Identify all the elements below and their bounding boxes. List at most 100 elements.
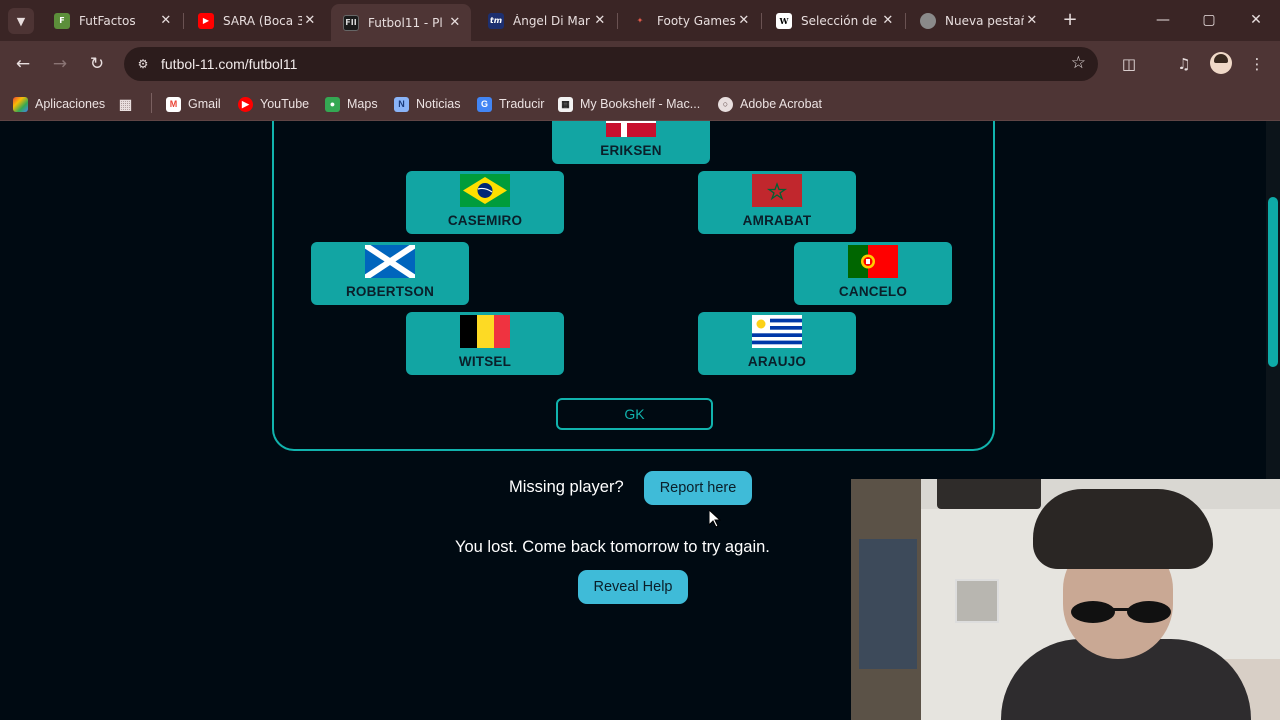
bookmark-youtube[interactable]: ▶ YouTube [238, 94, 309, 114]
maps-icon: ● [325, 96, 340, 112]
bookmark-label: Noticias [416, 97, 461, 111]
webcam-clothes [859, 539, 917, 669]
url-text[interactable]: futbol-11.com/futbol11 [161, 56, 297, 72]
tab-transfermarkt[interactable]: tm Ángel Di Mar ✕ [476, 6, 616, 35]
player-name: AMRABAT [742, 213, 812, 228]
avatar[interactable] [1210, 52, 1232, 74]
reveal-help-button[interactable]: Reveal Help [578, 570, 688, 604]
player-card-witsel[interactable]: WITSEL [406, 312, 564, 375]
acrobat-icon: ○ [718, 96, 733, 112]
bookmark-label: Adobe Acrobat [740, 97, 823, 111]
tab-title: SARA (Boca 3 [223, 13, 302, 28]
tab-groups-button[interactable]: ▦ [118, 94, 140, 114]
bookmark-gmail[interactable]: M Gmail [166, 94, 221, 114]
close-window-button[interactable]: ✕ [1241, 8, 1271, 32]
futfactos-icon: F [54, 12, 70, 29]
transfermarkt-icon: tm [488, 12, 504, 29]
player-card-cancelo[interactable]: CANCELO [794, 242, 952, 305]
result-message: You lost. Come back tomorrow to try agai… [455, 538, 770, 556]
site-info-icon[interactable]: ⚙ [134, 55, 152, 73]
extensions-icon[interactable]: ◫ [1118, 53, 1140, 75]
player-card-amrabat[interactable]: AMRABAT [698, 171, 856, 234]
bookmarks-divider [151, 93, 152, 113]
tab-wikipedia[interactable]: W Selección de ✕ [764, 6, 904, 35]
tab-title: Footy Games [657, 13, 736, 28]
tab-title: Ángel Di Mar [513, 13, 590, 28]
browser-toolbar: ← → ↻ ⚙ futbol-11.com/futbol11 ☆ ◫ ♫ ⋮ [0, 41, 1280, 87]
player-card-araujo[interactable]: ARAUJO [698, 312, 856, 375]
bookmark-label: My Bookshelf - Mac... [580, 97, 701, 111]
address-bar[interactable]: ⚙ futbol-11.com/futbol11 ☆ [124, 47, 1098, 81]
player-card-casemiro[interactable]: CASEMIRO [406, 171, 564, 234]
chevron-down-icon: ▼ [16, 14, 26, 28]
chrome-icon [920, 12, 936, 29]
plus-icon: + [1062, 9, 1078, 30]
futbol11-icon: FII [343, 14, 359, 31]
belgium-flag-icon [460, 315, 510, 348]
tab-title: Selección de [801, 13, 878, 28]
reload-icon: ↻ [89, 54, 105, 74]
webcam-overlay [851, 479, 1280, 720]
close-icon[interactable]: ✕ [736, 13, 752, 28]
bookmark-label: Aplicaciones [35, 97, 106, 111]
grid-icon: ▦ [118, 95, 133, 112]
tab-youtube[interactable]: ▶ SARA (Boca 3 ✕ [186, 6, 326, 35]
bookshelf-icon: ▦ [558, 96, 573, 112]
new-tab-button[interactable]: + [1060, 10, 1080, 30]
scotland-flag-icon [365, 245, 415, 278]
bookmark-aplicaciones[interactable]: Aplicaciones [13, 94, 105, 114]
bookmark-noticias[interactable]: N Noticias [394, 94, 460, 114]
bookmark-label: YouTube [260, 97, 310, 111]
player-name: CASEMIRO [447, 213, 523, 228]
close-icon[interactable]: ✕ [447, 15, 463, 30]
media-control-icon[interactable]: ♫ [1173, 53, 1195, 75]
tab-divider [905, 13, 906, 29]
brazil-flag-icon [460, 174, 510, 207]
tab-footy-games[interactable]: ✦ Footy Games ✕ [620, 6, 760, 35]
reload-button[interactable]: ↻ [84, 51, 110, 77]
maximize-icon: ▢ [1202, 12, 1216, 28]
tab-futfactos[interactable]: F FutFactos ✕ [42, 6, 182, 35]
scrollbar-thumb[interactable] [1268, 197, 1278, 367]
arrow-left-icon: ← [15, 54, 31, 74]
apps-grid-icon [13, 96, 28, 112]
news-icon: N [394, 96, 409, 112]
minimize-button[interactable]: — [1148, 8, 1178, 32]
back-button[interactable]: ← [10, 51, 36, 77]
close-icon[interactable]: ✕ [302, 13, 318, 28]
player-name: CANCELO [838, 284, 908, 299]
translate-icon: G [477, 96, 492, 112]
bookmark-traducir[interactable]: G Traducir [477, 94, 544, 114]
close-icon[interactable]: ✕ [880, 13, 896, 28]
player-card-eriksen[interactable]: ERIKSEN [552, 121, 710, 164]
webcam-air-conditioner [937, 479, 1041, 509]
tab-futbol11[interactable]: FII Futbol11 - Pl ✕ [331, 4, 471, 41]
close-icon[interactable]: ✕ [1024, 13, 1040, 28]
bookmark-adobe-acrobat[interactable]: ○ Adobe Acrobat [718, 94, 822, 114]
bookmark-label: Gmail [188, 97, 221, 111]
close-icon[interactable]: ✕ [158, 13, 174, 28]
forward-button[interactable]: → [47, 51, 73, 77]
goalkeeper-slot[interactable]: GK [556, 398, 713, 430]
player-card-robertson[interactable]: ROBERTSON [311, 242, 469, 305]
tab-new-tab[interactable]: Nueva pestaña ✕ [908, 6, 1048, 35]
webcam-person-hair [1033, 489, 1213, 569]
tab-title: FutFactos [79, 13, 136, 28]
tab-strip: ▼ F FutFactos ✕ ▶ SARA (Boca 3 ✕ FII Fut… [0, 0, 1280, 41]
bookmark-my-bookshelf[interactable]: ▦ My Bookshelf - Mac... [558, 94, 700, 114]
youtube-icon: ▶ [238, 96, 253, 112]
report-button[interactable]: Report here [644, 471, 752, 505]
maximize-button[interactable]: ▢ [1194, 8, 1224, 32]
youtube-icon: ▶ [198, 12, 214, 29]
bookmark-star-icon[interactable]: ☆ [1071, 53, 1086, 73]
close-icon[interactable]: ✕ [592, 13, 608, 28]
morocco-flag-icon [752, 174, 802, 207]
uruguay-flag-icon [752, 315, 802, 348]
footy-games-icon: ✦ [636, 16, 644, 25]
player-name: ERIKSEN [600, 143, 662, 158]
menu-kebab-icon[interactable]: ⋮ [1246, 53, 1268, 75]
bookmark-label: Maps [347, 97, 378, 111]
tab-search-button[interactable]: ▼ [8, 8, 34, 34]
bookmark-maps[interactable]: ● Maps [325, 94, 378, 114]
gmail-icon: M [166, 96, 181, 112]
